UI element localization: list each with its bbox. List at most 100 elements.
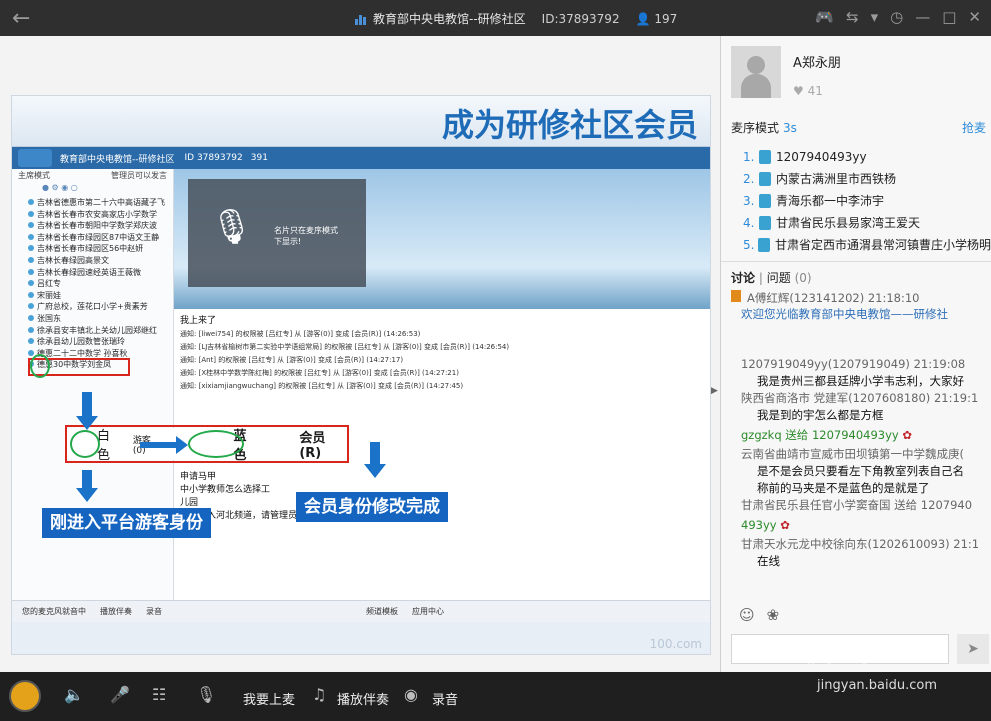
online-count-value: 197: [654, 11, 678, 26]
user-status-icon: [28, 338, 34, 345]
inner-chat-top: 我上来了: [180, 316, 217, 326]
message-meta: 甘肃天水元龙中校徐向东(1202610093) 21:1: [741, 537, 980, 551]
user-status-icon: [28, 326, 34, 333]
queue-number: 2.: [743, 172, 755, 186]
inner-mic-status: 您的麦克风就音中: [22, 607, 86, 616]
emoji-icon[interactable]: ☺: [739, 606, 755, 624]
inner-chat-line: 通知: [Ant] 的权限被 [吕红专] 从 [游客(0)] 变成 [会员(R)…: [180, 356, 404, 364]
record-button[interactable]: 录音: [432, 689, 458, 708]
mic-off-icon[interactable]: 🎙: [196, 685, 216, 704]
inner-user-row: 吉林省长春市绿园区56中赵妍: [12, 243, 173, 255]
user-status-icon: [28, 291, 34, 298]
play-music-button[interactable]: 播放伴奏: [337, 689, 389, 708]
inner-channel-template: 频道模板: [366, 607, 398, 616]
inner-user-name: 吉林省长春市绿园区56中赵妍: [37, 244, 144, 254]
grab-mic-button[interactable]: 抢麦: [962, 119, 986, 136]
go-on-mic-button[interactable]: 我要上麦: [243, 689, 295, 708]
tab-question[interactable]: 问题: [767, 271, 791, 285]
queue-name: 甘肃省民乐县易家湾王爱天: [776, 216, 921, 230]
inner-admin-label: 管理员可以发言: [111, 171, 167, 180]
queue-item[interactable]: 1. 1207940493yy: [743, 146, 991, 168]
room-title: 教育部中央电教馆--研修社区: [373, 12, 526, 26]
mic-mode-seconds: 3s: [783, 121, 797, 135]
bar-chart-icon: [355, 13, 367, 25]
close-icon[interactable]: ✕: [968, 8, 981, 26]
arrow-right-icon: [140, 436, 188, 454]
microphone-icon: 🎙: [210, 207, 254, 247]
user-avatar[interactable]: [9, 680, 41, 712]
inner-user-name: 吉林省长春市朝阳中学数学郑庆波: [37, 221, 157, 231]
user-status-icon: [28, 199, 34, 205]
queue-number: 5.: [743, 238, 755, 252]
baidu-watermark: Bai度经验: [760, 638, 885, 668]
maximize-icon[interactable]: □: [942, 8, 956, 26]
minimize-icon[interactable]: —: [915, 8, 930, 26]
history-icon[interactable]: ◷: [890, 8, 903, 26]
inner-title: 教育部中央电教馆--研修社区: [60, 154, 175, 165]
queue-number: 3.: [743, 194, 755, 208]
likes-count: 41: [807, 84, 823, 98]
inner-count: 391: [250, 153, 268, 163]
host-avatar[interactable]: [731, 46, 781, 98]
gift-message: gzgzkq 送给 1207940493yy ✿: [741, 424, 991, 446]
divider: [721, 261, 991, 262]
heart-icon[interactable]: ♥: [793, 84, 804, 98]
chat-sender: A傅红辉(123141202) 21:18:10: [747, 291, 920, 305]
dropdown-icon[interactable]: ▾: [871, 8, 879, 26]
inner-user-row: 吕红专: [12, 278, 173, 290]
user-status-icon: [28, 245, 34, 252]
inner-screenshot: 教育部中央电教馆--研修社区 ID 37893792 391 主席模式 管理员可…: [12, 146, 710, 622]
member-badge-icon: [759, 194, 771, 208]
music-icon[interactable]: ♫: [312, 685, 326, 704]
queue-item[interactable]: 3. 青海乐都一中李沛宇: [743, 190, 991, 212]
inner-user-name: 吉林省长春市农安高家店小学数学: [37, 209, 157, 219]
user-status-icon: [28, 349, 34, 356]
send-button[interactable]: ➤: [957, 634, 989, 664]
mixer-icon[interactable]: ☷: [152, 685, 166, 704]
slide-title: 成为研修社区会员: [441, 106, 698, 144]
message-text: 在线: [757, 554, 780, 568]
shuffle-icon[interactable]: ⇆: [846, 8, 859, 26]
queue-name: 内蒙古满洲里市西铁杨: [776, 172, 897, 186]
inner-main: 🎙 名片只在麦序模式 下显示! 我上来了 通知: [liwei754] 的权限被…: [174, 169, 710, 622]
queue-item[interactable]: 2. 内蒙古满洲里市西铁杨: [743, 168, 991, 190]
back-arrow-icon[interactable]: ←: [12, 6, 30, 31]
message-text: 是不是会员只要看左下角教室列表自己名: [757, 464, 964, 478]
tab-discuss[interactable]: 讨论: [731, 271, 755, 285]
inner-user-row: 吉林长春绿园速经英语王薇微: [12, 267, 173, 279]
flower-icon[interactable]: ❀: [767, 606, 780, 624]
slide-watermark: 100.com: [649, 637, 702, 651]
message-text: 称前的马夹是不是蓝色的是就是了: [757, 481, 930, 495]
inner-user-row: 张国东: [12, 313, 173, 325]
likes: ♥ 41: [793, 84, 823, 98]
input-tools: ☺ ❀: [739, 606, 779, 624]
queue-number: 1.: [743, 150, 755, 164]
queue-item[interactable]: 5. 甘肃省定西市通渭县常河镇曹庄小学杨明: [743, 234, 991, 256]
inner-user-list: 主席模式 管理员可以发言 ● ⚙ ◉ ○ 吉林省德惠市第二十六中高语藏子飞 吉林省…: [12, 169, 174, 622]
message-meta: 陕西省商洛市 党建军(1207608180) 21:19:1: [741, 391, 979, 405]
user-status-icon: [28, 233, 34, 240]
gift-icon: [731, 290, 741, 302]
user-status-icon: [28, 303, 34, 310]
queue-item[interactable]: 4. 甘肃省民乐县易家湾王爱天: [743, 212, 991, 234]
arrow-down-icon: [364, 442, 386, 478]
inner-user-row: 吉林省长春市绿园区87中语文王静: [12, 232, 173, 244]
speaker-icon[interactable]: 🔈: [64, 685, 84, 704]
host-name[interactable]: A郑永朋: [793, 52, 841, 71]
record-icon[interactable]: ◉: [404, 685, 418, 704]
queue-name: 1207940493yy: [776, 150, 867, 164]
inner-user-row: 徐承县幼儿园数管张瑞玲: [12, 336, 173, 348]
message-meta: 甘肃省民乐县任官小学窦奋国 送给 1207940: [741, 498, 973, 512]
scroll-arrow-icon[interactable]: ▶: [711, 386, 718, 396]
microphone-icon[interactable]: 🎤: [110, 685, 130, 704]
arrow-down-icon: [76, 470, 98, 502]
gamepad-icon[interactable]: 🎮: [815, 8, 834, 26]
inner-user-name: 吉林长春绿园速经英语王薇微: [37, 267, 141, 277]
message-text: 我是到的宇怎么都是方框: [757, 408, 884, 422]
inner-record: 录音: [146, 607, 162, 616]
inner-user-name: 吉林省德惠市第二十六中高语藏子飞: [37, 198, 165, 207]
member-badge-icon: [759, 216, 771, 230]
inner-user-row: 广府总校，莲花口小学+贵素芳: [12, 301, 173, 313]
inner-title-bar: 教育部中央电教馆--研修社区 ID 37893792 391: [12, 147, 710, 169]
tab-question-count: (0): [794, 271, 812, 285]
